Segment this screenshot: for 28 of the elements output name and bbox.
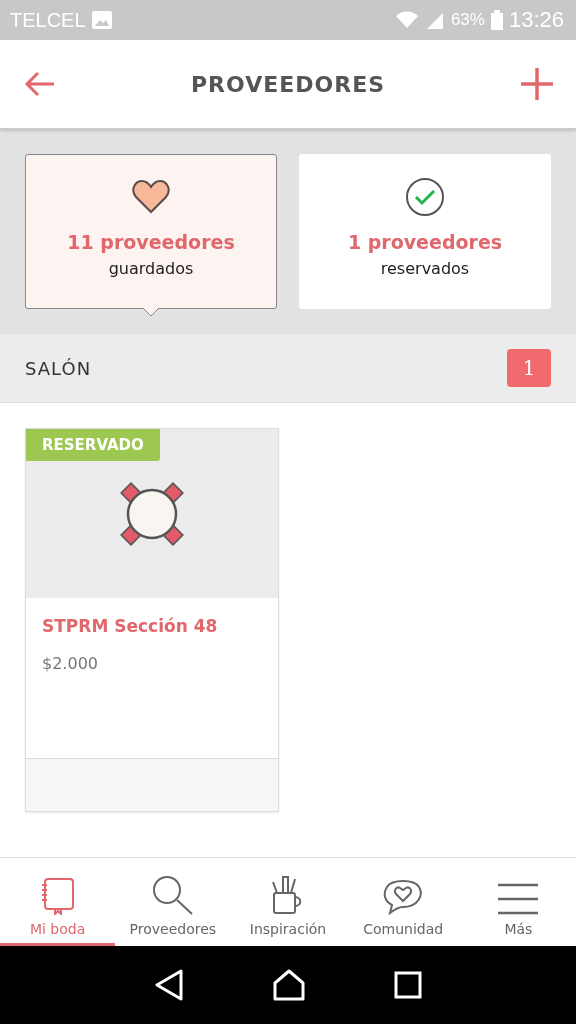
- check-circle-icon: [405, 177, 445, 217]
- vendor-name: STPRM Sección 48: [42, 616, 219, 636]
- round-table-icon: [120, 481, 184, 546]
- tab[interactable]: Inspiración: [230, 858, 346, 946]
- recents-icon[interactable]: [393, 971, 422, 999]
- heart-chat-icon: [382, 877, 425, 915]
- home-icon[interactable]: [273, 969, 305, 1001]
- vendor-price: $2.000: [42, 654, 99, 673]
- summary-card[interactable]: 1 proveedores reservados: [299, 154, 551, 309]
- tab[interactable]: Comunidad: [345, 858, 461, 946]
- wifi-icon: [394, 11, 419, 29]
- battery-icon: [490, 10, 503, 30]
- vendor-card[interactable]: RESERVADO STPRM Sección 48 $2.000: [25, 428, 279, 812]
- back-arrow-icon: [24, 70, 56, 98]
- plus-icon: [520, 67, 554, 101]
- menu-icon: [497, 883, 540, 915]
- pointer-icon: [143, 308, 159, 317]
- back-icon[interactable]: [154, 969, 185, 1001]
- tab[interactable]: Proveedores: [115, 858, 231, 946]
- summary-card[interactable]: 11 proveedores guardados: [25, 154, 277, 309]
- search-icon: [150, 875, 195, 915]
- page-title: PROVEEDORES: [190, 71, 385, 97]
- status-tag: RESERVADO: [26, 429, 160, 461]
- tab[interactable]: Más: [460, 858, 576, 946]
- image-icon: [91, 11, 112, 29]
- section-title: SALÓN: [25, 357, 92, 379]
- count-badge: 1: [507, 349, 551, 387]
- notebook-icon: [40, 877, 75, 915]
